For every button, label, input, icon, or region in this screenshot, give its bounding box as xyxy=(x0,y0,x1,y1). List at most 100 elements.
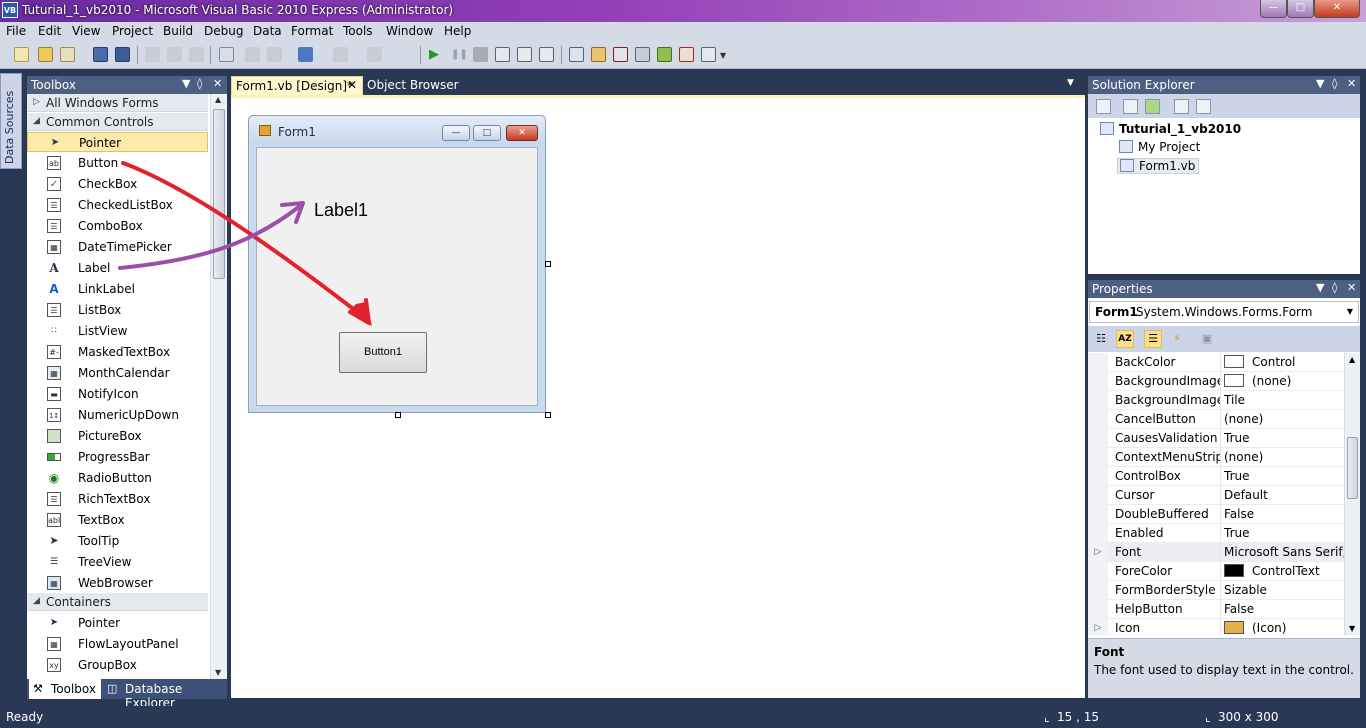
menu-build[interactable]: Build xyxy=(163,24,193,38)
resize-handle-corner[interactable] xyxy=(545,412,551,418)
menu-edit[interactable]: Edit xyxy=(38,24,61,38)
property-row[interactable]: FormBorderStyle Sizable xyxy=(1088,581,1344,600)
menu-tools[interactable]: Tools xyxy=(343,24,373,38)
toolbox-item-pointer-containers[interactable]: ➤ Pointer xyxy=(27,613,208,633)
panel-options-icon[interactable]: ▼ xyxy=(1316,77,1324,90)
undo-icon[interactable] xyxy=(298,47,313,62)
tab-object-browser[interactable]: Object Browser xyxy=(367,78,459,92)
toolbox-item-maskedtextbox[interactable]: #- MaskedTextBox xyxy=(27,342,208,362)
property-row[interactable]: ▷ Icon (Icon) xyxy=(1088,619,1344,635)
paste-icon[interactable] xyxy=(189,47,204,62)
form-client-area[interactable]: Label1 Button1 xyxy=(256,147,538,406)
property-row[interactable]: DoubleBuffered False xyxy=(1088,505,1344,524)
toolbox-item-notifyicon[interactable]: ▬ NotifyIcon xyxy=(27,384,208,404)
button1-control[interactable]: Button1 xyxy=(339,332,427,373)
property-value[interactable]: False xyxy=(1224,507,1344,521)
categorized-icon[interactable]: ☷ xyxy=(1092,330,1110,348)
menu-format[interactable]: Format xyxy=(291,24,333,38)
error-list-icon[interactable] xyxy=(679,47,694,62)
property-value[interactable]: True xyxy=(1224,469,1344,483)
property-value[interactable]: Control xyxy=(1224,355,1344,369)
open-file-icon[interactable] xyxy=(38,47,53,62)
resize-handle-right[interactable] xyxy=(545,261,551,267)
toolbox-item-datetimepicker[interactable]: ▦ DateTimePicker xyxy=(27,237,208,257)
toolbox-scrollbar[interactable]: ▲ ▼ xyxy=(210,94,227,679)
menu-data[interactable]: Data xyxy=(253,24,282,38)
property-grid-scrollbar[interactable]: ▲ ▼ xyxy=(1344,353,1360,635)
toolbox-item-combobox[interactable]: ☰ ComboBox xyxy=(27,216,208,236)
toolbox-item-checkbox[interactable]: ✓ CheckBox xyxy=(27,174,208,194)
menu-debug[interactable]: Debug xyxy=(204,24,243,38)
properties-icon[interactable] xyxy=(1096,99,1111,114)
close-tab-icon[interactable]: ✕ xyxy=(347,78,357,92)
toolbox-item-label[interactable]: A Label xyxy=(27,258,208,278)
close-panel-icon[interactable]: ✕ xyxy=(1347,77,1356,90)
comment-icon[interactable] xyxy=(245,47,260,62)
property-row[interactable]: ▷ Font Microsoft Sans Serif, 8. xyxy=(1088,543,1344,562)
property-value[interactable]: True xyxy=(1224,526,1344,540)
solution-explorer-icon[interactable] xyxy=(569,47,584,62)
property-value[interactable]: ControlText xyxy=(1224,564,1344,578)
toolbox-item-button[interactable]: ab Button xyxy=(27,153,208,173)
property-row[interactable]: CausesValidation True xyxy=(1088,429,1344,448)
category-containers[interactable]: ◢ Containers xyxy=(27,593,208,611)
expand-arrow-icon[interactable]: ▷ xyxy=(1088,543,1108,562)
expand-arrow-icon[interactable]: ▷ xyxy=(1088,619,1108,635)
scroll-thumb[interactable] xyxy=(1347,437,1358,499)
toolbox-item-webbrowser[interactable]: ▦ WebBrowser xyxy=(27,573,208,593)
toolbox-item-richtextbox[interactable]: ☰ RichTextBox xyxy=(27,489,208,509)
object-selector[interactable]: Form1 System.Windows.Forms.Form ▼ xyxy=(1089,301,1359,323)
tab-form1-design[interactable]: Form1.vb [Design]* ✕ xyxy=(231,76,363,95)
toolbox-item-radiobutton[interactable]: ◉ RadioButton xyxy=(27,468,208,488)
scroll-up-icon[interactable]: ▲ xyxy=(1349,355,1355,364)
pin-icon[interactable]: ◊ xyxy=(1332,281,1337,294)
start-page-icon[interactable] xyxy=(701,47,716,62)
properties-window-icon[interactable] xyxy=(591,47,606,62)
close-window-button[interactable]: ✕ xyxy=(1314,0,1360,18)
step-out-icon[interactable] xyxy=(539,47,554,62)
view-code-icon[interactable] xyxy=(1174,99,1189,114)
property-value[interactable]: Sizable xyxy=(1224,583,1344,597)
property-value[interactable]: True xyxy=(1224,431,1344,445)
alphabetical-icon[interactable]: AZ xyxy=(1116,330,1134,348)
step-into-icon[interactable] xyxy=(495,47,510,62)
property-row[interactable]: ForeColor ControlText xyxy=(1088,562,1344,581)
toolbar-options-icon[interactable]: ▼ xyxy=(720,47,735,62)
property-value[interactable]: Microsoft Sans Serif, 8. xyxy=(1224,545,1344,559)
property-row[interactable]: BackgroundImage (none) xyxy=(1088,372,1344,391)
copy-icon[interactable] xyxy=(167,47,182,62)
extension-manager-icon[interactable] xyxy=(657,47,672,62)
tab-database-explorer[interactable]: ◫ Database Explorer xyxy=(103,679,227,710)
menu-view[interactable]: View xyxy=(72,24,100,38)
close-panel-icon[interactable]: ✕ xyxy=(213,77,222,90)
property-value[interactable]: Default xyxy=(1224,488,1344,502)
close-panel-icon[interactable]: ✕ xyxy=(1347,281,1356,294)
toolbox-item-monthcalendar[interactable]: ▦ MonthCalendar xyxy=(27,363,208,383)
menu-window[interactable]: Window xyxy=(386,24,433,38)
property-row[interactable]: HelpButton False xyxy=(1088,600,1344,619)
break-all-icon[interactable]: ❚❚ xyxy=(451,47,468,62)
cut-icon[interactable] xyxy=(145,47,160,62)
maximize-button[interactable]: □ xyxy=(1287,0,1314,18)
tab-list-dropdown-icon[interactable]: ▼ xyxy=(1067,78,1074,88)
panel-options-icon[interactable]: ▼ xyxy=(182,77,190,90)
toolbox-item-tooltip[interactable]: ➤ ToolTip xyxy=(27,531,208,551)
property-value[interactable]: (none) xyxy=(1224,374,1344,388)
stop-debugging-icon[interactable] xyxy=(473,47,488,62)
data-sources-tab[interactable]: Data Sources xyxy=(0,73,22,169)
property-row[interactable]: CancelButton (none) xyxy=(1088,410,1344,429)
find-icon[interactable] xyxy=(219,47,234,62)
category-all-windows-forms[interactable]: ▷ All Windows Forms xyxy=(27,94,208,112)
scroll-up-icon[interactable]: ▲ xyxy=(215,95,221,104)
property-row[interactable]: BackgroundImageL Tile xyxy=(1088,391,1344,410)
redo-icon[interactable] xyxy=(333,47,348,62)
property-row[interactable]: BackColor Control xyxy=(1088,353,1344,372)
property-value[interactable]: (none) xyxy=(1224,412,1344,426)
add-item-icon[interactable] xyxy=(60,47,75,62)
menu-help[interactable]: Help xyxy=(444,24,471,38)
scroll-down-icon[interactable]: ▼ xyxy=(215,668,221,677)
tab-toolbox[interactable]: ⚒ Toolbox xyxy=(29,679,101,699)
property-value[interactable]: False xyxy=(1224,602,1344,616)
scroll-down-icon[interactable]: ▼ xyxy=(1349,624,1355,633)
scroll-thumb[interactable] xyxy=(213,109,225,279)
